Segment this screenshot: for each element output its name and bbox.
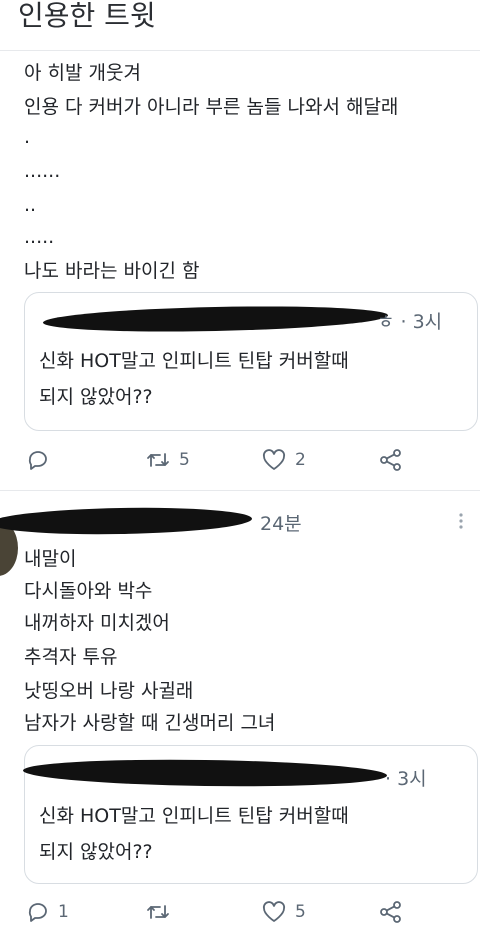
- reply-button[interactable]: 1: [26, 900, 69, 924]
- quoted-tweet-card[interactable]: ㅎ · 3시 신화 HOT말고 인피니트 틴탑 커버할때 되지 않았어??: [24, 292, 478, 431]
- tweet-text-line: 추격자 투유: [24, 646, 118, 668]
- like-button[interactable]: 5: [261, 900, 306, 924]
- tweet-text-line: 다시돌아와 박수: [24, 580, 153, 602]
- redaction-scribble: [42, 303, 389, 335]
- reply-count: 1: [58, 902, 69, 922]
- tweet-text-line: 아 히발 개웃겨: [24, 62, 141, 84]
- retweet-count: 5: [179, 450, 190, 470]
- redaction-scribble: [22, 757, 388, 789]
- quoted-tweet-time: ㅎ · 3시: [377, 311, 443, 333]
- tweet-time: 24분: [260, 513, 302, 535]
- tweet-text-line: ......: [24, 160, 61, 182]
- reply-icon: [26, 900, 50, 924]
- like-count: 5: [295, 902, 306, 922]
- retweet-icon: [145, 900, 171, 924]
- reply-button[interactable]: [26, 448, 58, 472]
- quoted-tweet-text: 신화 HOT말고 인피니트 틴탑 커버할때: [39, 350, 349, 372]
- retweet-icon: [145, 448, 171, 472]
- heart-icon: [261, 900, 287, 924]
- tweet-divider: [0, 490, 480, 491]
- retweet-button[interactable]: [145, 900, 179, 924]
- tweet-text-line: 인용 다 커버가 아니라 부른 놈들 나와서 해달래: [24, 96, 399, 118]
- tweet-text-line: 남자가 사랑할 때 긴생머리 그녀: [24, 712, 276, 734]
- quoted-tweet-card[interactable]: · 3시 신화 HOT말고 인피니트 틴탑 커버할때 되지 않았어??: [22, 745, 478, 884]
- tweet-text-line: ..: [24, 194, 37, 216]
- quoted-tweet-time: · 3시: [385, 768, 427, 790]
- tweet-text-line: 낫띵오버 나랑 사귈래: [24, 680, 194, 702]
- redaction-scribble: [0, 505, 253, 537]
- tweet-text-line: .: [24, 126, 31, 148]
- header-divider: [0, 50, 480, 51]
- tweet-text-line: 나도 바라는 바이긴 함: [24, 260, 200, 282]
- share-button[interactable]: [378, 448, 404, 472]
- quoted-tweet-text: 되지 않았어??: [39, 386, 153, 408]
- reply-icon: [26, 448, 50, 472]
- tweet-text-line: .....: [24, 226, 55, 248]
- retweet-button[interactable]: 5: [145, 448, 190, 472]
- heart-icon: [261, 448, 287, 472]
- share-button[interactable]: [378, 900, 404, 924]
- more-options-icon[interactable]: [458, 512, 464, 534]
- quoted-tweet-text: 되지 않았어??: [39, 841, 153, 863]
- share-icon: [378, 448, 404, 472]
- page-title: 인용한 트윗: [18, 0, 156, 32]
- like-count: 2: [295, 450, 306, 470]
- tweet-text-line: 내꺼하자 미치겠어: [24, 612, 170, 634]
- share-icon: [378, 900, 404, 924]
- like-button[interactable]: 2: [261, 448, 306, 472]
- tweet-text-line: 내말이: [24, 548, 77, 570]
- quoted-tweet-text: 신화 HOT말고 인피니트 틴탑 커버할때: [39, 805, 349, 827]
